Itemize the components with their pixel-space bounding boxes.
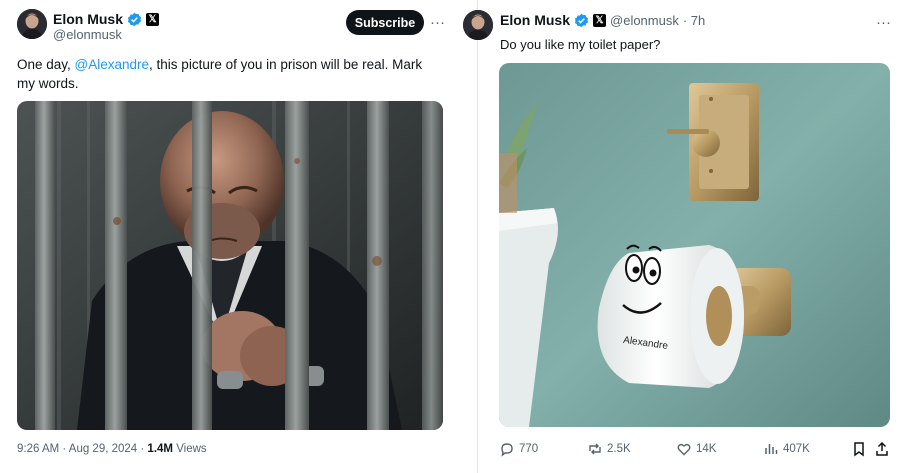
x-logo-icon: 𝕏 [593, 13, 607, 27]
like-icon [677, 443, 691, 456]
author-name[interactable]: Elon Musk [500, 12, 570, 28]
text-segment: One day, [17, 57, 75, 72]
views-label: Views [173, 443, 207, 455]
views-button[interactable]: 407K [763, 441, 810, 457]
left-author-row: Elon Musk 𝕏 [53, 11, 160, 27]
mention-link[interactable]: @Alexandre [75, 57, 150, 72]
verified-badge-icon [127, 12, 142, 26]
more-icon[interactable]: ··· [876, 15, 891, 30]
more-icon[interactable]: ··· [430, 15, 445, 30]
repost-count: 2.5K [607, 443, 631, 455]
subscribe-button[interactable]: Subscribe [346, 10, 424, 35]
left-tweet-text: One day, @Alexandre, this picture of you… [17, 55, 442, 93]
author-handle[interactable]: @elonmusk [53, 27, 122, 42]
share-icon [876, 441, 888, 456]
views-icon [765, 444, 778, 454]
repost-icon [589, 443, 601, 455]
left-avatar[interactable] [17, 9, 47, 39]
timestamp[interactable]: 9:26 AM · Aug 29, 2024 · [17, 443, 147, 455]
right-author-row: Elon Musk 𝕏 @elonmusk · 7h [500, 12, 705, 28]
divider [477, 0, 478, 473]
share-button[interactable] [874, 441, 890, 457]
reply-count: 770 [519, 443, 539, 455]
right-avatar[interactable] [463, 10, 493, 40]
bookmark-icon [854, 442, 864, 457]
repost-button[interactable]: 2.5K [587, 441, 631, 457]
reply-button[interactable]: 770 [499, 441, 538, 457]
post-time[interactable]: · 7h [683, 13, 705, 28]
post-meta: 9:26 AM · Aug 29, 2024 · 1.4M Views [17, 443, 207, 455]
views-count: 1.4M [147, 443, 173, 455]
reply-icon [501, 443, 513, 457]
verified-badge-icon [574, 13, 589, 27]
right-tweet-text: Do you like my toilet paper? [500, 37, 661, 52]
like-button[interactable]: 14K [676, 441, 716, 457]
x-logo-icon: 𝕏 [146, 12, 160, 26]
author-handle[interactable]: @elonmusk [610, 13, 679, 28]
action-bar: 770 2.5K 14K 407K [499, 438, 891, 460]
views-count: 407K [783, 443, 810, 455]
author-name[interactable]: Elon Musk [53, 11, 123, 27]
like-count: 14K [696, 443, 717, 455]
toilet-paper-image[interactable]: Alexandre [499, 63, 890, 427]
bookmark-button[interactable] [851, 441, 867, 457]
prison-image[interactable] [17, 101, 443, 430]
